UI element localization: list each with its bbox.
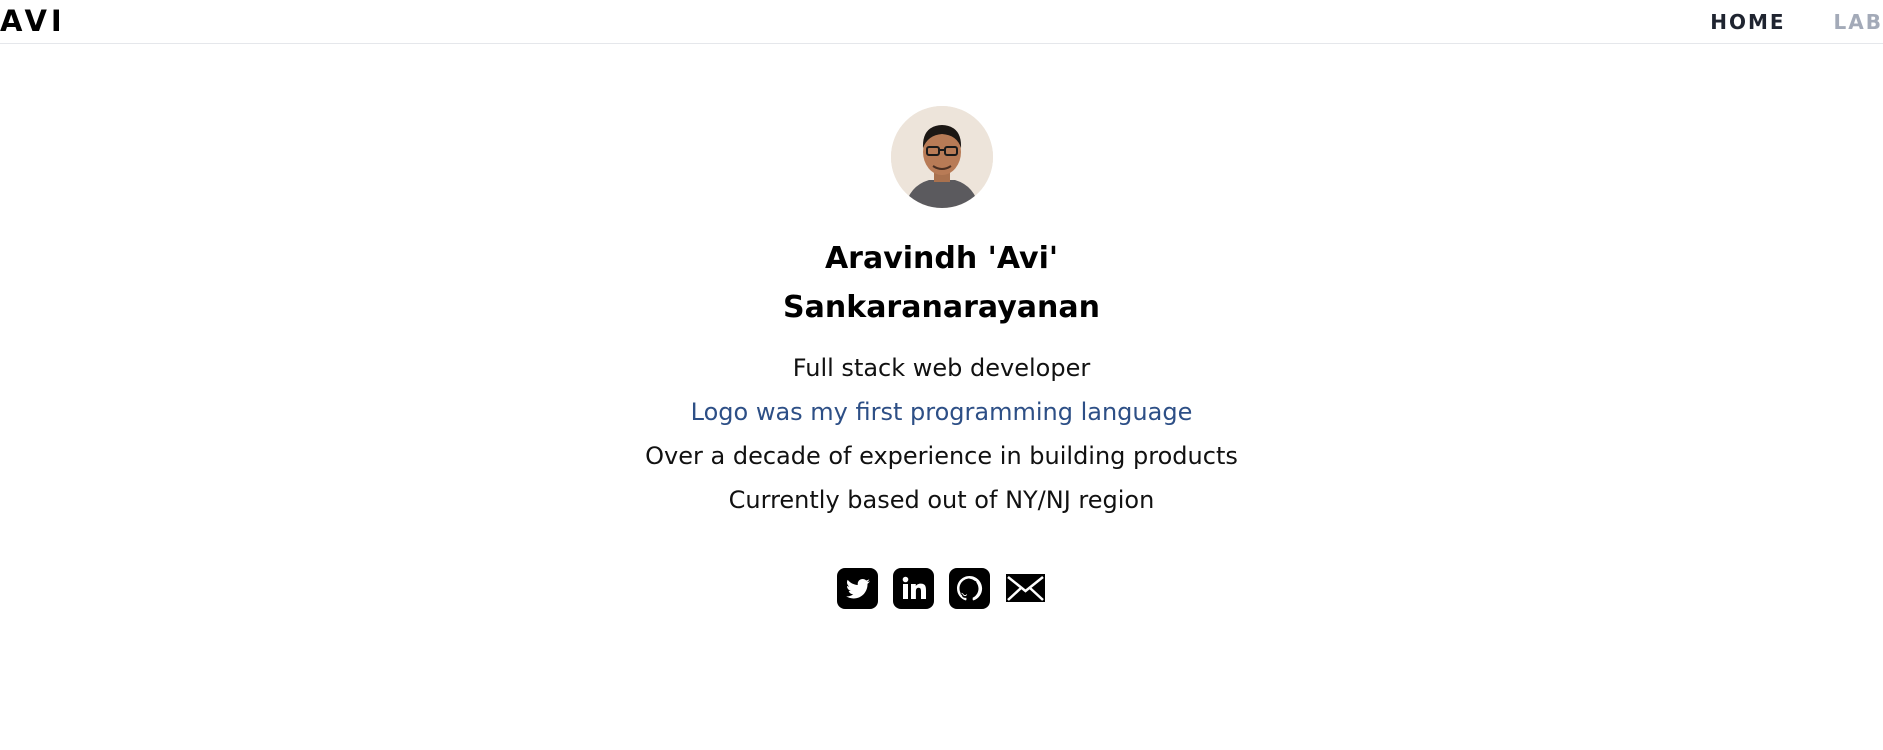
first-language-row: Logo was my first programming language — [0, 390, 1883, 434]
avatar — [890, 106, 993, 208]
github-icon — [949, 568, 990, 609]
twitter-link[interactable] — [837, 568, 878, 609]
profile-tagline: Full stack web developer — [792, 354, 1091, 382]
main-nav: HOME LAB — [1710, 10, 1883, 34]
profile-name-line1: Aravindh 'Avi' — [824, 241, 1059, 276]
nav-lab-link[interactable]: LAB — [1834, 10, 1883, 34]
top-bar: AVI HOME LAB — [0, 0, 1883, 44]
twitter-icon — [837, 568, 878, 609]
first-language-link[interactable]: Logo was my first programming language — [691, 390, 1193, 434]
profile-experience: Over a decade of experience in building … — [645, 442, 1238, 470]
linkedin-icon — [893, 568, 934, 609]
profile-section: Aravindh 'Avi' Sankaranarayanan Full sta… — [0, 106, 1883, 609]
email-link[interactable] — [1005, 568, 1046, 609]
nav-home-link[interactable]: HOME — [1710, 10, 1785, 34]
linkedin-link[interactable] — [893, 568, 934, 609]
profile-location: Currently based out of NY/NJ region — [728, 486, 1155, 514]
github-link[interactable] — [949, 568, 990, 609]
mail-icon — [1006, 574, 1045, 602]
social-links — [0, 568, 1883, 609]
brand-logo-link[interactable]: AVI — [0, 4, 66, 38]
profile-name-line2: Sankaranarayanan — [783, 290, 1100, 325]
profile-name: Aravindh 'Avi' Sankaranarayanan — [0, 234, 1883, 332]
avatar-portrait-image — [890, 106, 993, 208]
